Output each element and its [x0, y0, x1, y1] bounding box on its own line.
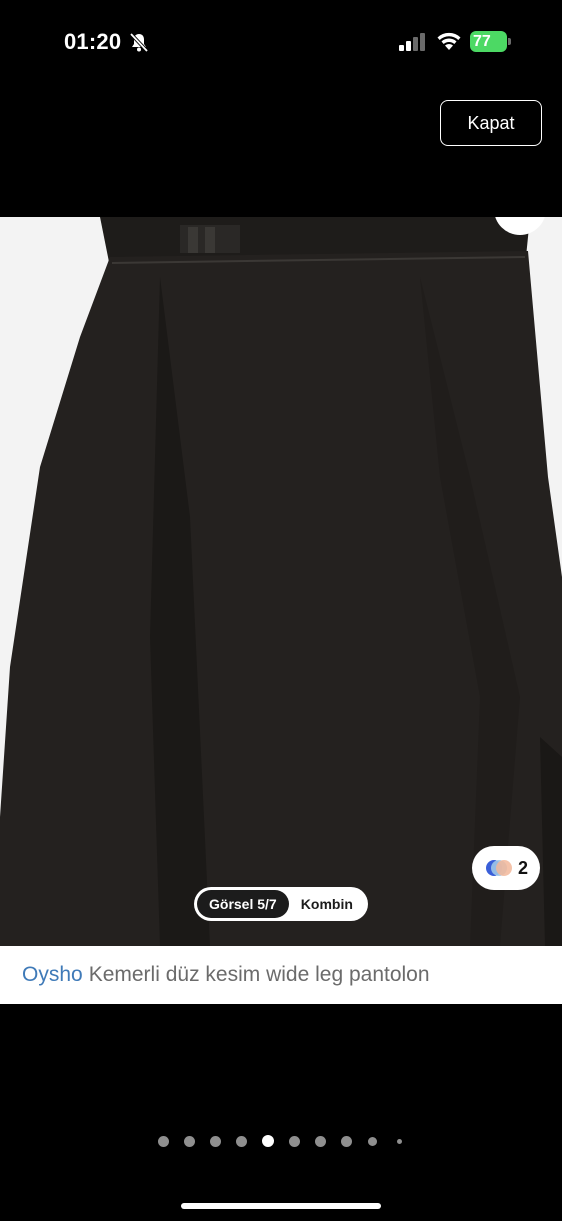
battery-charging-icon: 77 — [470, 31, 512, 53]
cellular-signal-icon — [399, 33, 425, 51]
page-dot[interactable] — [396, 1138, 402, 1144]
wifi-icon — [437, 32, 461, 50]
color-palette-icon — [486, 860, 512, 876]
page-dot[interactable] — [340, 1135, 352, 1147]
page-dot[interactable] — [157, 1135, 169, 1147]
tab-gorsel[interactable]: Görsel 5/7 — [197, 890, 289, 918]
page-dot[interactable] — [209, 1135, 221, 1147]
product-caption: Oysho Kemerli düz kesim wide leg pantolo… — [0, 946, 562, 1004]
page-dot[interactable] — [314, 1135, 326, 1147]
view-toggle: Görsel 5/7 Kombin — [194, 887, 368, 921]
battery-level: 77 — [473, 33, 491, 50]
close-button[interactable]: Kapat — [440, 100, 542, 146]
page-dot[interactable] — [235, 1135, 247, 1147]
page-indicator — [0, 1133, 562, 1149]
page-dot[interactable] — [262, 1135, 274, 1147]
brand-name[interactable]: Oysho — [22, 963, 83, 987]
home-indicator — [181, 1203, 381, 1209]
color-options-badge[interactable]: 2 — [472, 846, 540, 890]
status-bar: 01:20 77 — [0, 0, 562, 84]
product-title: Kemerli düz kesim wide leg pantolon — [88, 963, 430, 986]
color-option-count: 2 — [518, 857, 529, 878]
product-photo — [0, 217, 562, 946]
status-time: 01:20 — [64, 29, 122, 54]
page-dot[interactable] — [183, 1135, 195, 1147]
bell-slash-icon — [129, 32, 149, 53]
tab-kombin[interactable]: Kombin — [289, 896, 365, 912]
product-image-viewer[interactable] — [0, 217, 562, 946]
page-dot[interactable] — [288, 1135, 300, 1147]
page-dot[interactable] — [367, 1136, 377, 1146]
